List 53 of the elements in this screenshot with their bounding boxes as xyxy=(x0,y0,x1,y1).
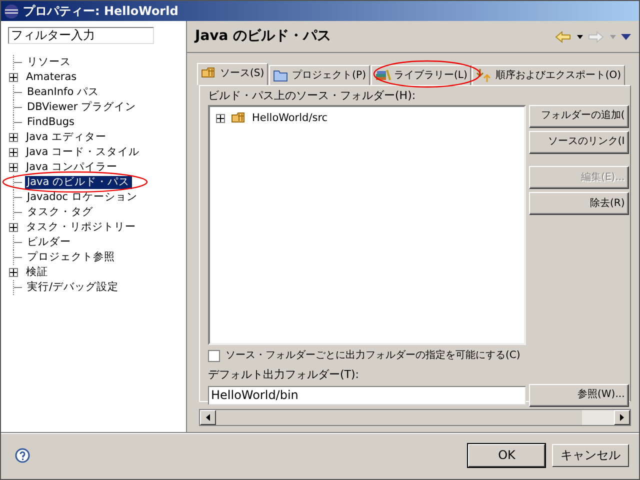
window-title: プロパティー: HelloWorld xyxy=(23,4,178,18)
horizontal-scrollbar[interactable] xyxy=(199,409,631,426)
dropdown-caret-icon[interactable] xyxy=(576,34,582,38)
tree-item[interactable]: Java コード・スタイル xyxy=(24,146,142,159)
dialog-button[interactable]: キャンセル xyxy=(552,444,629,467)
tab[interactable]: プロジェクト(P) xyxy=(269,65,370,85)
dialog-button[interactable]: OK xyxy=(468,444,546,467)
filter-field[interactable]: フィルター入力 xyxy=(8,27,154,44)
tab[interactable]: ソース(S) xyxy=(197,63,268,85)
tree-item[interactable]: Java のビルド・パス xyxy=(25,176,132,189)
tree-item[interactable]: プロジェクト参照 xyxy=(25,251,117,264)
tree-item[interactable]: Javadoc ロケーション xyxy=(25,191,140,204)
expand-icon[interactable] xyxy=(9,223,18,232)
tree-item[interactable]: DBViewer プラグイン xyxy=(25,101,138,114)
expand-icon[interactable] xyxy=(9,268,18,277)
tree-item[interactable]: Java コンパイラー xyxy=(24,161,120,174)
tree-item[interactable]: HelloWorld/src xyxy=(252,112,328,125)
expand-icon[interactable] xyxy=(9,73,18,82)
side-button[interactable]: フォルダーの追加( xyxy=(528,104,629,128)
output-folder-field[interactable]: HelloWorld/bin xyxy=(208,386,526,405)
tree-item[interactable]: Java エディター xyxy=(24,131,109,144)
expand-icon[interactable] xyxy=(216,114,225,123)
tree-item[interactable]: BeanInfo パス xyxy=(25,86,101,99)
tab[interactable]: 順序およびエクスポート(O) xyxy=(472,65,626,85)
tree-item[interactable]: FindBugs xyxy=(25,116,77,129)
scroll-left-icon[interactable] xyxy=(206,414,210,421)
books-icon xyxy=(375,68,391,83)
side-button[interactable]: 除去(R) xyxy=(528,192,629,216)
tree-item[interactable]: Amateras xyxy=(24,71,79,84)
browse-button[interactable]: 参照(W)... xyxy=(528,384,629,407)
help-icon[interactable] xyxy=(15,448,30,463)
eclipse-logo-icon xyxy=(4,4,19,18)
output-folder-label: デフォルト出力フォルダー(T): xyxy=(208,368,360,382)
page-title: Java のビルド・パス xyxy=(195,28,332,45)
up-down-arrows-icon xyxy=(476,68,492,83)
scroll-right-icon[interactable] xyxy=(620,414,624,421)
tree-item[interactable]: 実行/デバッグ設定 xyxy=(25,281,121,294)
source-folders-label: ビルド・パス上のソース・フォルダー(H): xyxy=(208,89,417,102)
tree-item[interactable]: ビルダー xyxy=(25,236,73,249)
expand-icon[interactable] xyxy=(9,148,18,157)
side-button[interactable]: ソースのリンク(I xyxy=(528,130,629,154)
folder-icon xyxy=(273,68,290,83)
checkbox[interactable] xyxy=(208,350,220,362)
tree-item[interactable]: タスク・リポジトリー xyxy=(24,221,138,234)
tree-item[interactable]: タスク・タグ xyxy=(25,206,95,219)
tree-item[interactable]: 検証 xyxy=(24,266,50,279)
expand-icon[interactable] xyxy=(9,133,18,142)
open-folder-icon xyxy=(230,111,246,126)
expand-icon[interactable] xyxy=(9,163,18,172)
checkbox-label: ソース・フォルダーごとに出力フォルダーの指定を可能にする(C) xyxy=(226,350,520,362)
tree-item[interactable]: リソース xyxy=(25,56,73,69)
view-menu-icon[interactable] xyxy=(621,34,631,40)
tab[interactable]: ライブラリー(L) xyxy=(371,65,472,85)
